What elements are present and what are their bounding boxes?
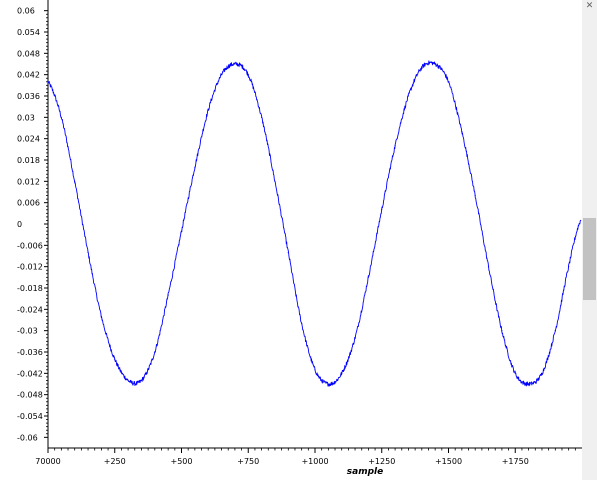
x-tick-label: +1500 — [435, 457, 462, 466]
y-tick-label: -0.024 — [17, 305, 43, 314]
y-tick-label: 0.054 — [17, 28, 40, 37]
data-point — [528, 383, 530, 385]
x-tick-label: +500 — [171, 457, 193, 466]
x-tick-label: +1750 — [502, 457, 529, 466]
y-tick-label: -0.054 — [17, 412, 43, 421]
y-tick-label: 0.03 — [17, 113, 35, 122]
data-point — [140, 379, 143, 382]
vertical-scrollbar-thumb[interactable] — [583, 218, 596, 300]
y-tick-label: 0.06 — [17, 7, 35, 16]
data-point — [114, 358, 116, 360]
data-point — [327, 383, 329, 385]
data-point — [554, 330, 556, 332]
data-point — [568, 266, 570, 268]
data-point — [194, 166, 196, 168]
data-point — [474, 194, 476, 197]
y-tick-label: 0.024 — [17, 135, 40, 144]
data-point — [74, 180, 76, 182]
data-point — [154, 351, 156, 353]
x-tick-label: +1000 — [301, 457, 328, 466]
data-point — [47, 81, 49, 83]
x-axis: 70000 +250 +500 +750 +1000 +1250 +1500 +1750 — [35, 448, 576, 466]
data-point — [180, 230, 183, 232]
y-tick-label: -0.006 — [17, 241, 43, 250]
y-tick-label: -0.012 — [17, 263, 43, 272]
y-tick-label: 0.042 — [17, 71, 40, 80]
y-tick-label: -0.036 — [17, 348, 43, 357]
x-tick-label: 70000 — [35, 457, 60, 466]
y-tick-label: 0.036 — [17, 92, 40, 101]
data-point — [487, 266, 490, 268]
y-tick-label: -0.018 — [17, 284, 43, 293]
data-point — [167, 294, 169, 296]
y-axis: 0.06 0.054 0.048 0.042 0.036 0.03 0.024 0.018 0.… — [17, 7, 48, 442]
data-point — [314, 369, 316, 371]
y-tick-label: 0.018 — [17, 156, 40, 165]
x-tick-label: +1250 — [368, 457, 395, 466]
data-point — [381, 209, 383, 211]
y-tick-label: 0 — [17, 220, 22, 229]
data-point — [541, 372, 543, 374]
data-point — [274, 180, 276, 182]
y-tick-label: -0.042 — [17, 369, 43, 378]
data-point — [60, 116, 62, 118]
data-point — [447, 81, 450, 83]
data-point — [261, 116, 263, 118]
data-point — [341, 372, 343, 374]
y-tick-label: 0.048 — [17, 49, 40, 58]
data-point — [207, 109, 209, 111]
data-point — [501, 330, 503, 332]
data-point — [87, 251, 89, 254]
series-line-0 — [47, 60, 581, 387]
y-tick-label: 0.012 — [17, 177, 40, 186]
data-point — [301, 322, 303, 325]
series-layer — [47, 60, 582, 387]
x-tick-label: +750 — [237, 457, 259, 466]
data-point — [287, 251, 289, 254]
y-tick-label: 0.006 — [17, 199, 40, 208]
data-point — [407, 95, 410, 97]
data-point — [354, 337, 356, 339]
plot-window: 0.06 0.054 0.048 0.042 0.036 0.03 0.024 0.018 0.… — [0, 0, 597, 480]
x-axis-title: sample — [347, 467, 383, 477]
x-tick-label: +250 — [104, 457, 126, 466]
data-point — [100, 315, 102, 318]
y-tick-label: -0.03 — [17, 327, 38, 336]
y-tick-label: -0.048 — [17, 391, 43, 400]
data-point — [127, 379, 129, 382]
data-point — [461, 130, 463, 133]
data-point — [434, 63, 436, 65]
data-point — [367, 276, 369, 278]
y-tick-label: -0.06 — [17, 433, 38, 442]
data-point — [394, 145, 396, 147]
data-point — [220, 74, 223, 76]
data-point — [247, 74, 249, 76]
data-point — [514, 372, 516, 374]
line-chart: 0.06 0.054 0.048 0.042 0.036 0.03 0.024 0.018 0.… — [17, 0, 582, 477]
close-icon[interactable]: ✕ — [583, 0, 596, 12]
data-point — [234, 63, 236, 65]
data-point — [421, 66, 423, 69]
